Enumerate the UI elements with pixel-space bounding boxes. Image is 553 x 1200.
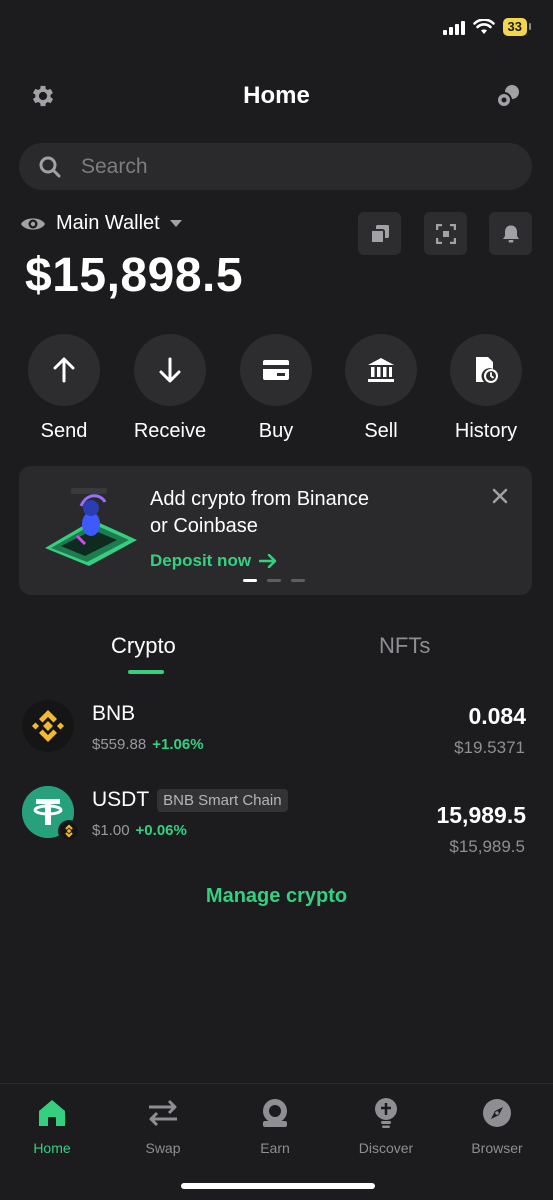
signal-icon bbox=[442, 19, 465, 35]
sell-circle[interactable] bbox=[345, 334, 417, 406]
banner-line-1: Add crypto from Binance bbox=[150, 488, 369, 510]
asset-change: +0.06% bbox=[135, 822, 187, 839]
receive-label: Receive bbox=[133, 420, 207, 442]
card-icon bbox=[263, 360, 289, 380]
nav-swap[interactable]: Swap bbox=[118, 1096, 208, 1156]
nav-browser[interactable]: Browser bbox=[452, 1096, 542, 1156]
wallet-name: Main Wallet bbox=[56, 212, 160, 234]
history-circle[interactable] bbox=[450, 334, 522, 406]
nav-discover[interactable]: Discover bbox=[341, 1096, 431, 1156]
search-input[interactable] bbox=[81, 154, 481, 179]
link-icon bbox=[496, 85, 519, 108]
nav-home[interactable]: Home bbox=[7, 1096, 97, 1156]
bnb-logo bbox=[22, 700, 74, 752]
earn-icon bbox=[263, 1099, 287, 1127]
carousel-indicator bbox=[243, 579, 305, 582]
wallet-balance: $15,898.5 bbox=[25, 249, 244, 302]
banner-line-2: or Coinbase bbox=[150, 515, 258, 537]
search-icon bbox=[39, 156, 61, 177]
history-button[interactable]: History bbox=[441, 334, 531, 443]
buy-label: Buy bbox=[258, 420, 294, 442]
nav-discover-label: Discover bbox=[358, 1140, 414, 1156]
carousel-dot bbox=[267, 579, 281, 582]
asset-price-row: $559.88 +1.06% bbox=[92, 736, 204, 753]
asset-row-bnb[interactable]: BNB $559.88 +1.06% 0.084 $19.5371 bbox=[0, 700, 553, 770]
nav-home-label: Home bbox=[33, 1140, 71, 1156]
close-icon bbox=[492, 488, 508, 504]
promo-banner[interactable]: Add crypto from Binance or Coinbase Depo… bbox=[19, 466, 532, 595]
bell-icon bbox=[502, 225, 519, 242]
carousel-dot bbox=[291, 579, 305, 582]
scan-button[interactable] bbox=[424, 212, 467, 255]
receive-circle[interactable] bbox=[134, 334, 206, 406]
home-icon bbox=[39, 1100, 65, 1126]
chain-badge: BNB Smart Chain bbox=[157, 788, 288, 812]
browser-icon bbox=[483, 1099, 511, 1127]
battery-indicator: 33 bbox=[502, 18, 532, 36]
asset-symbol: USDT bbox=[92, 788, 150, 811]
chevron-down-icon bbox=[169, 219, 182, 227]
discover-icon bbox=[375, 1098, 397, 1128]
asset-name: BNB bbox=[92, 702, 135, 726]
history-label: History bbox=[454, 420, 518, 442]
buy-circle[interactable] bbox=[240, 334, 312, 406]
scan-icon bbox=[435, 223, 456, 244]
status-bar: 33 bbox=[442, 18, 532, 36]
top-bar: Home bbox=[0, 78, 553, 114]
home-indicator bbox=[181, 1183, 375, 1189]
arrow-down-icon bbox=[159, 357, 181, 383]
asset-name: USDT BNB Smart Chain bbox=[92, 788, 288, 812]
buy-button[interactable]: Buy bbox=[231, 334, 321, 443]
wallet-selector[interactable]: Main Wallet bbox=[20, 212, 182, 235]
deposit-illustration bbox=[45, 488, 137, 566]
usdt-logo bbox=[22, 786, 80, 842]
asset-price: $1.00 bbox=[92, 822, 130, 839]
asset-price: $559.88 bbox=[92, 736, 147, 753]
search-bar[interactable] bbox=[19, 143, 532, 190]
carousel-dot bbox=[243, 579, 257, 582]
send-button[interactable]: Send bbox=[19, 334, 109, 443]
history-icon bbox=[476, 357, 498, 383]
asset-row-usdt[interactable]: USDT BNB Smart Chain $1.00 +0.06% 15,989.… bbox=[0, 786, 553, 856]
send-circle[interactable] bbox=[28, 334, 100, 406]
deposit-now-label: Deposit now bbox=[150, 551, 252, 570]
nav-earn[interactable]: Earn bbox=[230, 1096, 320, 1156]
copy-icon bbox=[369, 224, 389, 244]
nav-browser-label: Browser bbox=[471, 1140, 523, 1156]
asset-fiat-value: $15,989.5 bbox=[449, 837, 525, 856]
close-banner-button[interactable] bbox=[492, 488, 508, 509]
asset-amount: 15,989.5 bbox=[436, 802, 526, 828]
active-tab-indicator bbox=[128, 670, 164, 674]
arrow-up-icon bbox=[53, 357, 75, 383]
eye-icon[interactable] bbox=[20, 215, 46, 233]
bank-icon bbox=[368, 358, 394, 382]
connections-button[interactable] bbox=[495, 83, 521, 109]
tab-nfts[interactable]: NFTs bbox=[379, 633, 430, 659]
wifi-icon bbox=[472, 19, 495, 34]
sell-button[interactable]: Sell bbox=[336, 334, 426, 443]
asset-price-row: $1.00 +0.06% bbox=[92, 822, 187, 839]
copy-address-button[interactable] bbox=[358, 212, 401, 255]
bnb-chain-badge-icon bbox=[58, 820, 80, 842]
banner-text: Add crypto from Binance or Coinbase bbox=[150, 486, 369, 540]
nav-swap-label: Swap bbox=[145, 1140, 181, 1156]
send-label: Send bbox=[40, 420, 88, 442]
page-title: Home bbox=[243, 82, 310, 109]
asset-change: +1.06% bbox=[152, 736, 204, 753]
manage-crypto-link[interactable]: Manage crypto bbox=[0, 885, 553, 908]
arrow-right-icon bbox=[259, 554, 277, 568]
asset-tabs: Crypto NFTs bbox=[0, 628, 553, 678]
asset-amount: 0.084 bbox=[468, 703, 526, 729]
asset-fiat-value: $19.5371 bbox=[454, 738, 525, 757]
sell-label: Sell bbox=[364, 420, 398, 442]
asset-symbol: BNB bbox=[92, 702, 136, 725]
tab-crypto[interactable]: Crypto bbox=[111, 633, 176, 659]
nav-earn-label: Earn bbox=[260, 1140, 290, 1156]
deposit-now-link[interactable]: Deposit now bbox=[150, 551, 277, 571]
notifications-button[interactable] bbox=[489, 212, 532, 255]
receive-button[interactable]: Receive bbox=[125, 334, 215, 443]
swap-icon bbox=[149, 1099, 177, 1127]
bnb-icon bbox=[22, 700, 74, 752]
